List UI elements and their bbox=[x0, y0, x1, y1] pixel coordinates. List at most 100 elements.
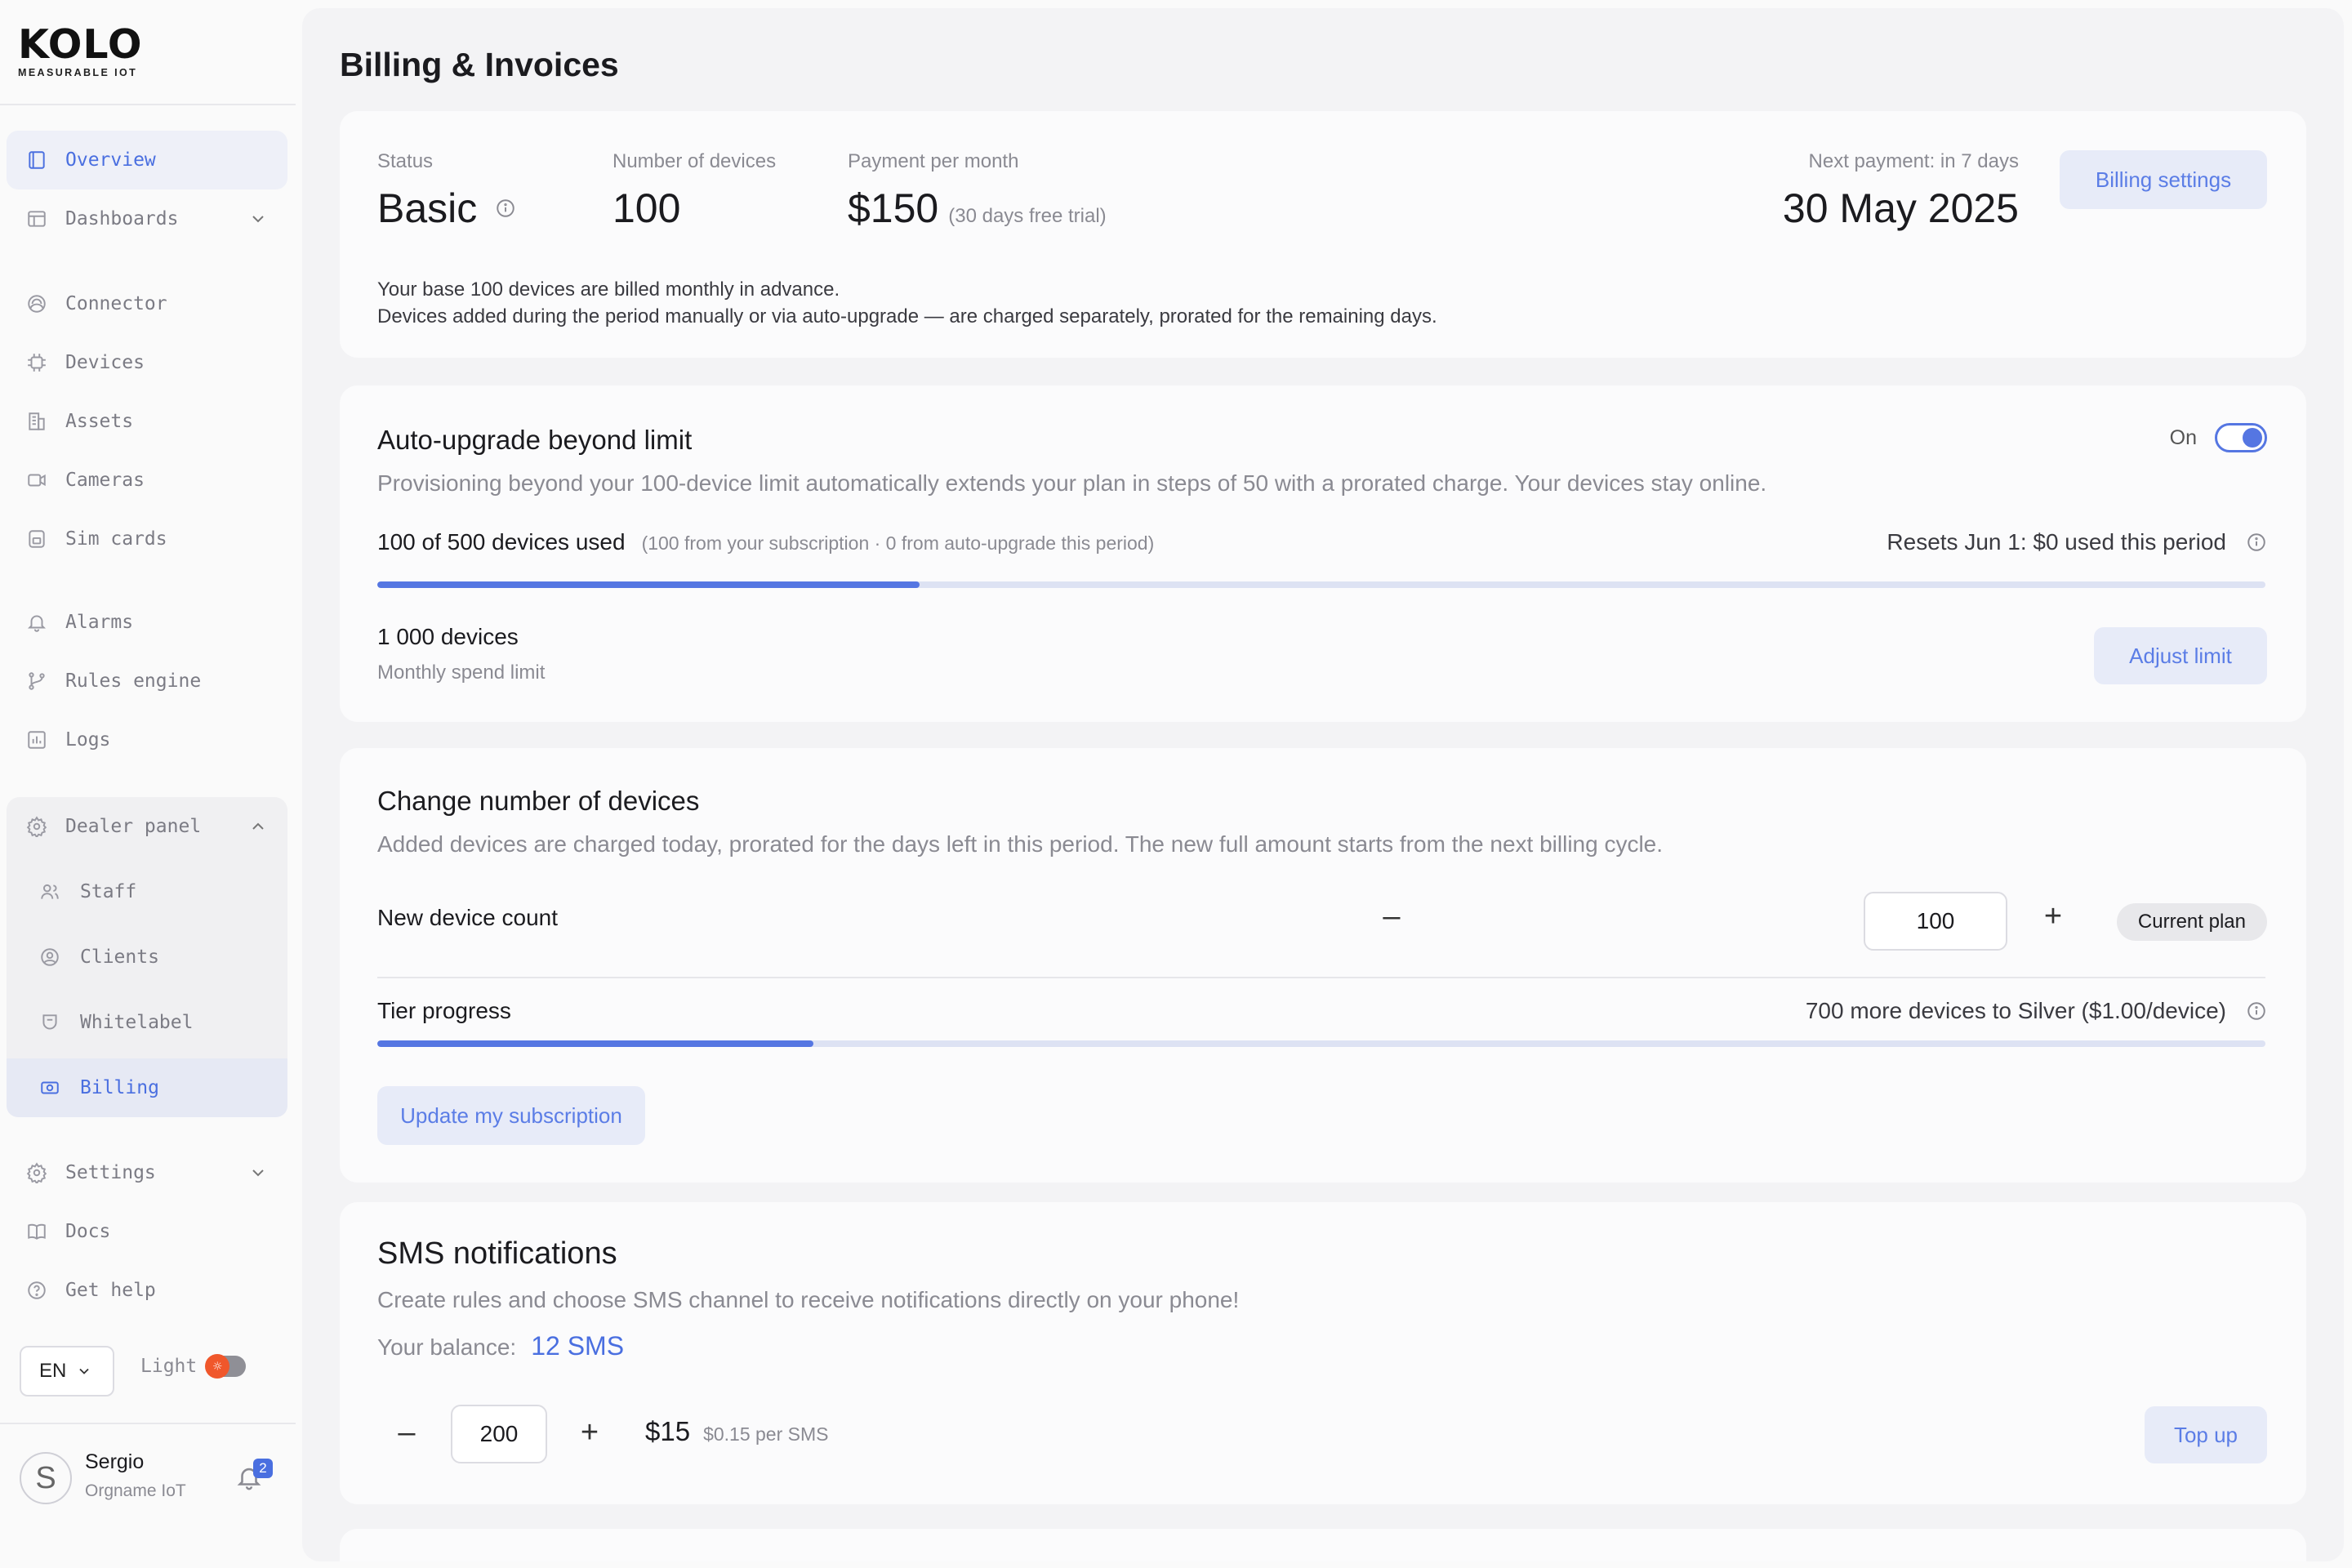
sidebar-item-label: Overview bbox=[65, 149, 156, 171]
sidebar-item-devices[interactable]: Devices bbox=[7, 333, 287, 392]
connector-icon bbox=[24, 292, 49, 316]
tier-progress-fill bbox=[377, 1040, 814, 1047]
sidebar-item-label: Get help bbox=[65, 1280, 156, 1301]
change-devices-description: Added devices are charged today, prorate… bbox=[377, 831, 1664, 857]
tier-note-row: 700 more devices to Silver ($1.00/device… bbox=[1806, 998, 2267, 1024]
sidebar-item-assets[interactable]: Assets bbox=[7, 392, 287, 451]
language-value: EN bbox=[39, 1360, 67, 1382]
avatar: S bbox=[20, 1452, 72, 1504]
toggle-label: On bbox=[2169, 425, 2197, 449]
resets-text: Resets Jun 1: $0 used this period bbox=[1886, 529, 2226, 555]
limit-value: 1 000 devices bbox=[377, 624, 519, 649]
decrease-sms-button[interactable]: – bbox=[390, 1415, 423, 1450]
help-circle-icon bbox=[24, 1278, 49, 1303]
theme-label: Light bbox=[140, 1356, 198, 1377]
sim-card-icon bbox=[24, 527, 49, 551]
sidebar-item-dashboards[interactable]: Dashboards bbox=[7, 189, 287, 248]
device-count-input[interactable]: 100 bbox=[1864, 892, 2007, 951]
update-subscription-button[interactable]: Update my subscription bbox=[377, 1086, 645, 1145]
sidebar-item-label: Logs bbox=[65, 729, 111, 751]
settings-icon bbox=[24, 1160, 49, 1185]
sidebar-item-label: Clients bbox=[80, 947, 159, 968]
increase-sms-button[interactable]: + bbox=[573, 1415, 606, 1450]
brand-logo[interactable]: KOLO MEASURABLE IOT bbox=[18, 24, 143, 79]
info-icon[interactable] bbox=[495, 198, 516, 219]
adjust-limit-button[interactable]: Adjust limit bbox=[2094, 627, 2267, 684]
status-label: Status bbox=[377, 150, 434, 172]
balance-value: 12 SMS bbox=[531, 1331, 625, 1361]
sidebar-item-label: Billing bbox=[80, 1077, 159, 1098]
increase-devices-button[interactable]: + bbox=[2037, 899, 2069, 933]
gear-icon bbox=[24, 814, 49, 839]
page-title: Billing & Invoices bbox=[340, 46, 619, 83]
change-devices-title: Change number of devices bbox=[377, 786, 700, 816]
sms-balance-row: Your balance: 12 SMS bbox=[377, 1331, 624, 1361]
chevron-down-icon bbox=[248, 1163, 268, 1183]
sidebar-item-label: Rules engine bbox=[65, 670, 202, 692]
sms-unit-price: $0.15 per SMS bbox=[703, 1423, 829, 1445]
sidebar-item-alarms[interactable]: Alarms bbox=[7, 593, 287, 652]
resets-row: Resets Jun 1: $0 used this period bbox=[1886, 529, 2267, 555]
sidebar-item-cameras[interactable]: Cameras bbox=[7, 451, 287, 510]
devices-value: 100 bbox=[612, 185, 681, 231]
sidebar-item-overview[interactable]: Overview bbox=[7, 131, 287, 189]
sidebar-item-docs[interactable]: Docs bbox=[7, 1202, 287, 1261]
sidebar-item-connector[interactable]: Connector bbox=[7, 274, 287, 333]
sidebar-item-rules-engine[interactable]: Rules engine bbox=[7, 652, 287, 710]
change-devices-card: Change number of devices Added devices a… bbox=[340, 748, 2306, 1183]
top-up-button[interactable]: Top up bbox=[2145, 1406, 2267, 1463]
auto-upgrade-toggle[interactable] bbox=[2215, 423, 2267, 452]
billing-settings-button[interactable]: Billing settings bbox=[2060, 150, 2267, 209]
book-icon bbox=[24, 1219, 49, 1244]
user-profile[interactable]: S Sergio Orgname IoT 2 bbox=[20, 1450, 281, 1508]
billing-note-line: Devices added during the period manually… bbox=[377, 305, 1437, 327]
sidebar-item-billing[interactable]: Billing bbox=[7, 1058, 287, 1117]
chevron-down-icon bbox=[248, 209, 268, 229]
info-icon[interactable] bbox=[2246, 1000, 2267, 1022]
user-name: Sergio bbox=[85, 1450, 145, 1473]
money-icon bbox=[38, 1076, 62, 1100]
user-org: Orgname IoT bbox=[85, 1481, 186, 1500]
next-card bbox=[340, 1529, 2306, 1561]
sidebar-item-staff[interactable]: Staff bbox=[7, 862, 287, 921]
tier-progress-label: Tier progress bbox=[377, 998, 511, 1023]
notifications-button[interactable]: 2 bbox=[235, 1459, 273, 1496]
theme-switch[interactable]: Light ☼ bbox=[140, 1354, 247, 1379]
tier-progress-bar bbox=[377, 1040, 2265, 1047]
users-icon bbox=[38, 880, 62, 904]
sms-price: $15 bbox=[645, 1416, 691, 1446]
sms-card: SMS notifications Create rules and choos… bbox=[340, 1202, 2306, 1504]
auto-upgrade-toggle-row: On bbox=[2170, 423, 2267, 452]
sidebar-item-label: Dealer panel bbox=[65, 816, 202, 837]
sidebar-item-clients[interactable]: Clients bbox=[7, 928, 287, 987]
billing-note-line: Your base 100 devices are billed monthly… bbox=[377, 278, 840, 301]
sms-title: SMS notifications bbox=[377, 1236, 617, 1271]
sidebar-item-whitelabel[interactable]: Whitelabel bbox=[7, 993, 287, 1052]
payment-note: (30 days free trial) bbox=[948, 205, 1107, 227]
sidebar-item-label: Docs bbox=[65, 1221, 111, 1242]
logo-tagline: MEASURABLE IOT bbox=[18, 67, 138, 78]
divider bbox=[0, 1423, 296, 1424]
auto-upgrade-card: Auto-upgrade beyond limit On Provisionin… bbox=[340, 385, 2306, 722]
sidebar-item-sim-cards[interactable]: Sim cards bbox=[7, 510, 287, 568]
sidebar-item-settings[interactable]: Settings bbox=[7, 1143, 287, 1202]
next-payment-label: Next payment: in 7 days bbox=[1808, 150, 2019, 172]
user-circle-icon bbox=[38, 945, 62, 969]
notification-badge: 2 bbox=[253, 1459, 273, 1478]
payment-value: $150 bbox=[848, 185, 939, 231]
sidebar-item-logs[interactable]: Logs bbox=[7, 710, 287, 769]
theme-toggle[interactable]: ☼ bbox=[205, 1354, 247, 1379]
sms-quantity-input[interactable]: 200 bbox=[451, 1405, 547, 1463]
sidebar-item-get-help[interactable]: Get help bbox=[7, 1261, 287, 1320]
info-icon[interactable] bbox=[2246, 532, 2267, 553]
chip-icon bbox=[24, 350, 49, 375]
chevron-down-icon bbox=[79, 1368, 89, 1374]
payment-row: $150 (30 days free trial) bbox=[848, 185, 1107, 232]
status-value: Basic bbox=[377, 185, 478, 231]
sidebar-item-dealer-panel[interactable]: Dealer panel bbox=[7, 797, 287, 856]
auto-upgrade-description: Provisioning beyond your 100-device limi… bbox=[377, 470, 1767, 496]
bar-chart-icon bbox=[24, 728, 49, 752]
language-select[interactable]: EN bbox=[20, 1346, 114, 1396]
decrease-devices-button[interactable]: – bbox=[1375, 899, 1408, 933]
sidebar-item-label: Settings bbox=[65, 1162, 156, 1183]
